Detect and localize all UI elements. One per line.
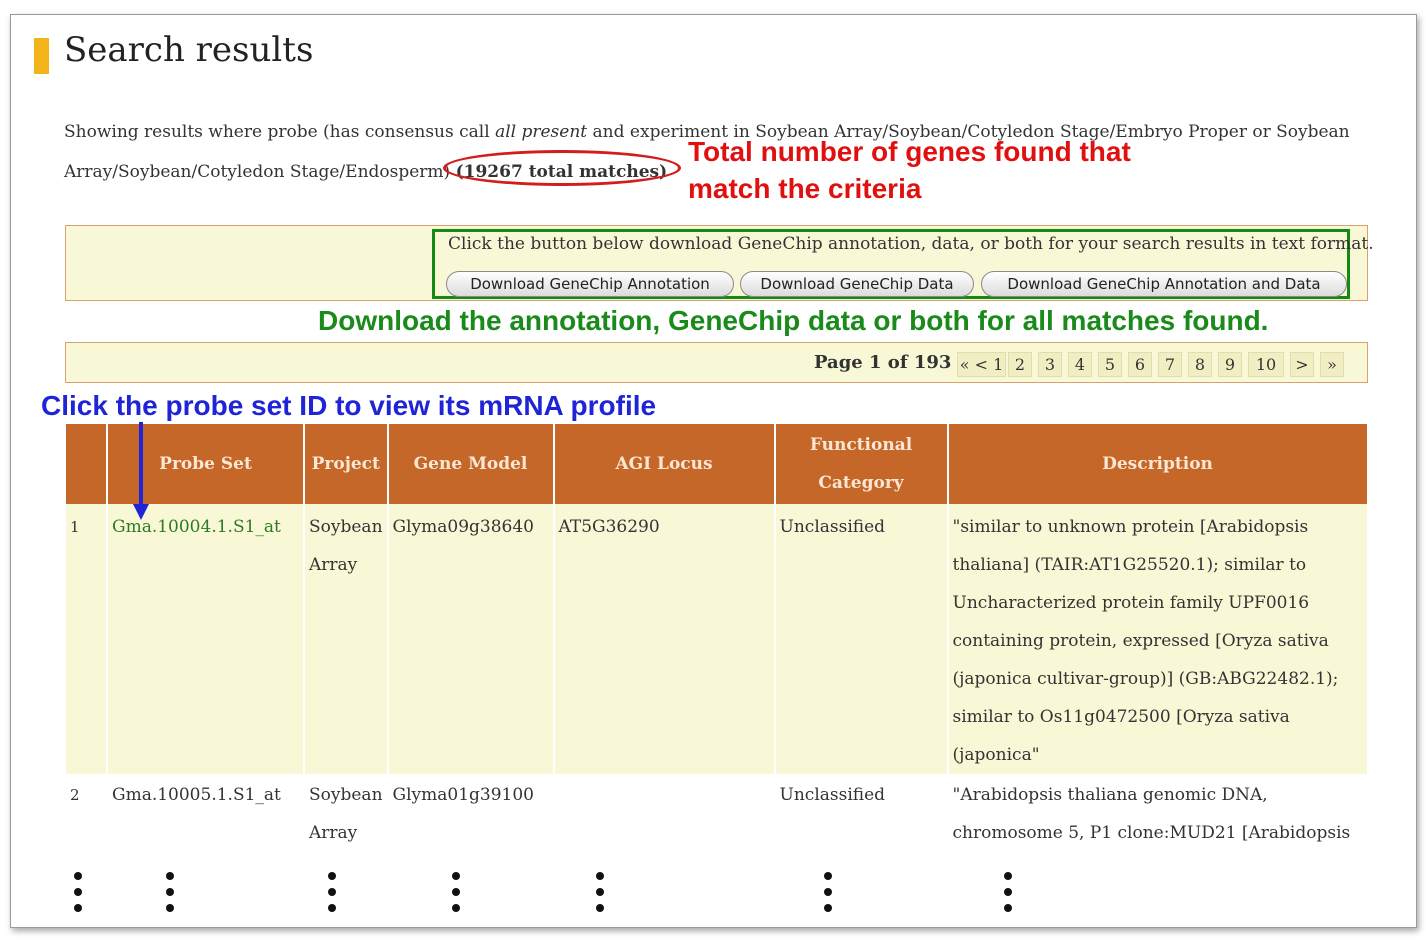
pager-link-8[interactable]: 8 (1188, 352, 1212, 377)
annotation-total-line2: match the criteria (688, 173, 922, 204)
pager-link-9[interactable]: 9 (1218, 352, 1242, 377)
pager-link-7[interactable]: 7 (1158, 352, 1182, 377)
annotation-probe: Click the probe set ID to view its mRNA … (41, 390, 657, 421)
download-instructions: Click the button below download GeneChip… (448, 234, 1374, 254)
table-row: 1 Gma.10004.1.S1_at Soybean Array Glyma0… (66, 504, 1369, 774)
probe-set-link[interactable]: Gma.10005.1.S1_at (112, 785, 281, 805)
row-index: 2 (66, 774, 108, 852)
arrow-down-icon (133, 504, 149, 520)
description-cell: "similar to unknown protein [Arabidopsis… (947, 504, 1369, 774)
pager-link-5[interactable]: 5 (1098, 352, 1122, 377)
pager-first-prev-1[interactable]: « < 1 (957, 352, 1006, 377)
more-rows-ellipsis (74, 872, 82, 912)
col-header-description[interactable]: Description (947, 424, 1369, 504)
pager-last[interactable]: » (1320, 352, 1344, 377)
row-index: 1 (66, 504, 108, 774)
download-data-button[interactable]: Download GeneChip Data (740, 271, 974, 297)
functional-category-cell: Unclassified (774, 504, 949, 774)
project-cell: Soybean Array (304, 504, 389, 774)
summary-prefix: Showing results where probe (has consens… (64, 122, 496, 142)
probe-set-cell: Gma.10004.1.S1_at (107, 504, 305, 774)
annotation-total-line1: Total number of genes found that (688, 136, 1131, 167)
annotation-arrow (139, 422, 143, 510)
more-rows-ellipsis (596, 872, 604, 912)
agi-locus-cell (553, 774, 776, 852)
page-indicator: Page 1 of 193 (814, 352, 952, 373)
annotation-download: Download the annotation, GeneChip data o… (318, 305, 1269, 336)
results-table: Probe Set Project Gene Model AGI Locus F… (66, 424, 1369, 852)
pager-link-3[interactable]: 3 (1038, 352, 1062, 377)
pager-link-4[interactable]: 4 (1068, 352, 1092, 377)
more-rows-ellipsis (328, 872, 336, 912)
functional-category-cell: Unclassified (774, 774, 949, 852)
summary-call: all present (495, 122, 588, 142)
col-header-probe-set[interactable]: Probe Set (107, 424, 305, 504)
col-header-functional-category[interactable]: Functional Category (774, 424, 949, 504)
gene-model-cell: Glyma01g39100 (387, 774, 555, 852)
col-header-project[interactable]: Project (304, 424, 389, 504)
table-header-row: Probe Set Project Gene Model AGI Locus F… (66, 424, 1369, 504)
agi-locus-cell: AT5G36290 (553, 504, 776, 774)
col-header-gene-model[interactable]: Gene Model (387, 424, 555, 504)
more-rows-ellipsis (1004, 872, 1012, 912)
pager-link-6[interactable]: 6 (1128, 352, 1152, 377)
page-title: Search results (64, 30, 314, 70)
download-annotation-button[interactable]: Download GeneChip Annotation (446, 271, 734, 297)
more-rows-ellipsis (452, 872, 460, 912)
more-rows-ellipsis (824, 872, 832, 912)
download-annotation-and-data-button[interactable]: Download GeneChip Annotation and Data (981, 271, 1347, 297)
total-matches-highlight (443, 150, 681, 186)
col-header-index (66, 424, 108, 504)
project-cell: Soybean Array (304, 774, 389, 852)
probe-set-link[interactable]: Gma.10004.1.S1_at (112, 517, 281, 537)
gene-model-cell: Glyma09g38640 (387, 504, 555, 774)
description-cell: "Arabidopsis thaliana genomic DNA, chrom… (947, 774, 1369, 852)
col-header-agi-locus[interactable]: AGI Locus (553, 424, 776, 504)
title-accent-bar (34, 38, 49, 74)
probe-set-cell: Gma.10005.1.S1_at (107, 774, 305, 852)
pager-next[interactable]: > (1290, 352, 1314, 377)
more-rows-ellipsis (166, 872, 174, 912)
pager-link-10[interactable]: 10 (1248, 352, 1284, 377)
pager-link-2[interactable]: 2 (1008, 352, 1032, 377)
table-row: 2 Gma.10005.1.S1_at Soybean Array Glyma0… (66, 774, 1369, 852)
